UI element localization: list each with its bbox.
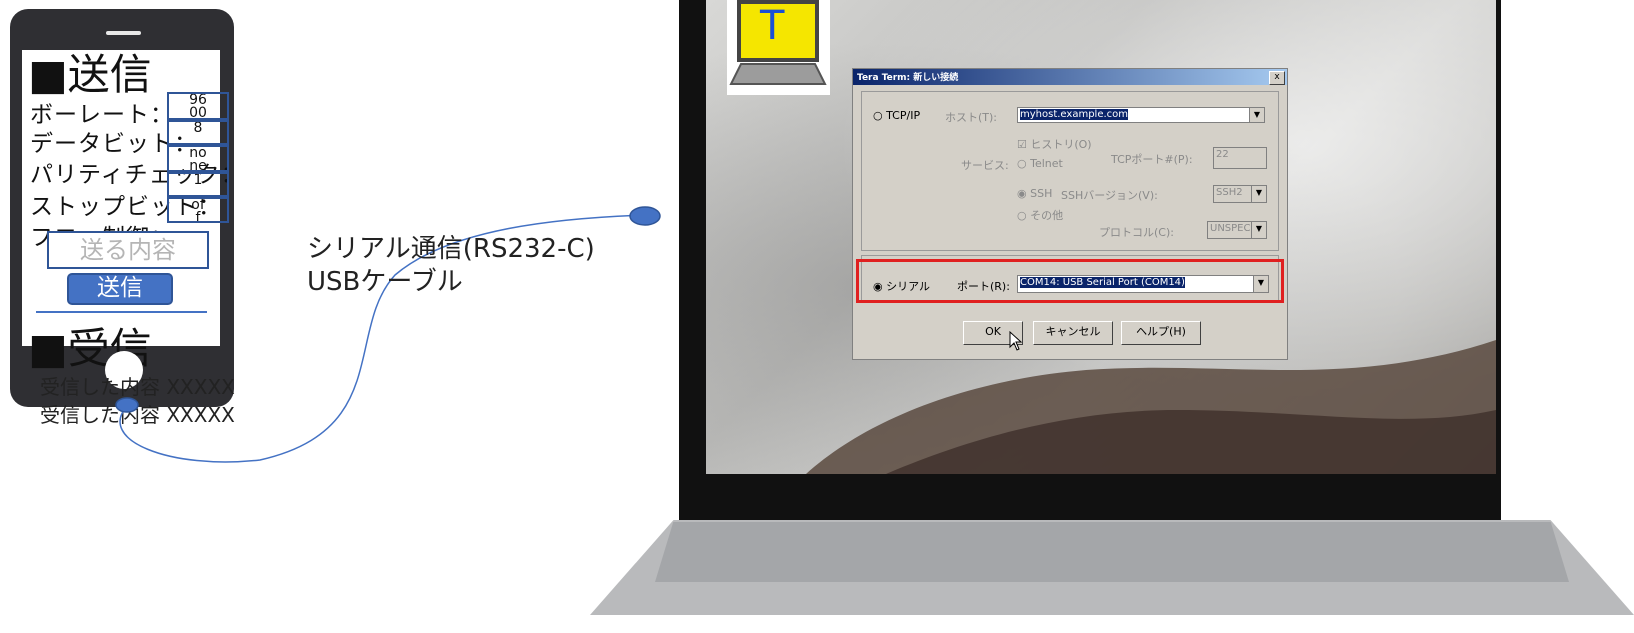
chevron-down-icon: ▼ [1253, 276, 1268, 292]
ssh-label: SSH [1030, 187, 1053, 200]
protocol-value: UNSPEC [1210, 223, 1251, 234]
mouse-cursor-icon [1009, 331, 1023, 351]
cable-connector-laptop [629, 206, 661, 226]
teraterm-app-icon[interactable]: T [727, 0, 830, 95]
serial-label: シリアル [886, 280, 930, 293]
ssh-version-select[interactable]: SSH2 ▼ [1213, 185, 1267, 203]
host-label: ホスト(T): [945, 111, 998, 124]
other-label: その他 [1030, 209, 1064, 222]
other-radio[interactable]: ○ その他 [1017, 207, 1063, 223]
cancel-button[interactable]: キャンセル [1033, 321, 1113, 345]
protocol-label: プロトコル(C): [1099, 226, 1174, 239]
icon-letter-t: T [760, 3, 785, 49]
protocol-select[interactable]: UNSPEC ▼ [1207, 221, 1267, 239]
cable-connector-phone [115, 397, 139, 413]
service-label: サービス: [961, 159, 1009, 172]
host-value: myhost.example.com [1020, 109, 1129, 120]
ssh-radio[interactable]: ◉ SSH [1017, 187, 1052, 200]
history-label: ヒストリ(O) [1030, 138, 1092, 151]
tcp-port-field[interactable]: 22 [1213, 147, 1267, 169]
telnet-radio[interactable]: ○ Telnet [1017, 157, 1063, 170]
port-label: ポート(R): [957, 280, 1010, 293]
host-field[interactable]: myhost.example.com ▼ [1017, 107, 1265, 123]
chevron-down-icon: ▼ [1249, 108, 1264, 122]
icon-keyboard [729, 63, 827, 85]
cable-label-usb: USBケーブル [307, 267, 463, 297]
history-checkbox[interactable]: ☑ ヒストリ(O) [1017, 136, 1092, 152]
tcpip-radio[interactable]: ○ TCP/IP [873, 109, 920, 122]
help-button[interactable]: ヘルプ(H) [1121, 321, 1201, 345]
chevron-down-icon: ▼ [1251, 222, 1266, 238]
teraterm-new-connection-dialog: Tera Term: 新しい接続 x ○ TCP/IP ホスト(T): myho… [852, 68, 1288, 360]
tcp-port-label: TCPポート#(P): [1111, 153, 1193, 166]
laptop-keyboard [655, 522, 1569, 582]
port-select[interactable]: COM14: USB Serial Port (COM14) ▼ [1017, 275, 1269, 293]
ssh-version-label: SSHバージョン(V): [1061, 189, 1158, 202]
tcpip-label: TCP/IP [886, 109, 921, 122]
serial-radio[interactable]: ◉ シリアル [873, 278, 930, 294]
cable-label-serial: シリアル通信(RS232-C) [307, 234, 595, 264]
chevron-down-icon: ▼ [1251, 186, 1266, 202]
dialog-title: Tera Term: 新しい接続 [857, 73, 959, 83]
port-value: COM14: USB Serial Port (COM14) [1020, 277, 1185, 288]
telnet-label: Telnet [1030, 157, 1063, 170]
close-button[interactable]: x [1269, 71, 1285, 85]
ssh-version-value: SSH2 [1216, 187, 1243, 198]
